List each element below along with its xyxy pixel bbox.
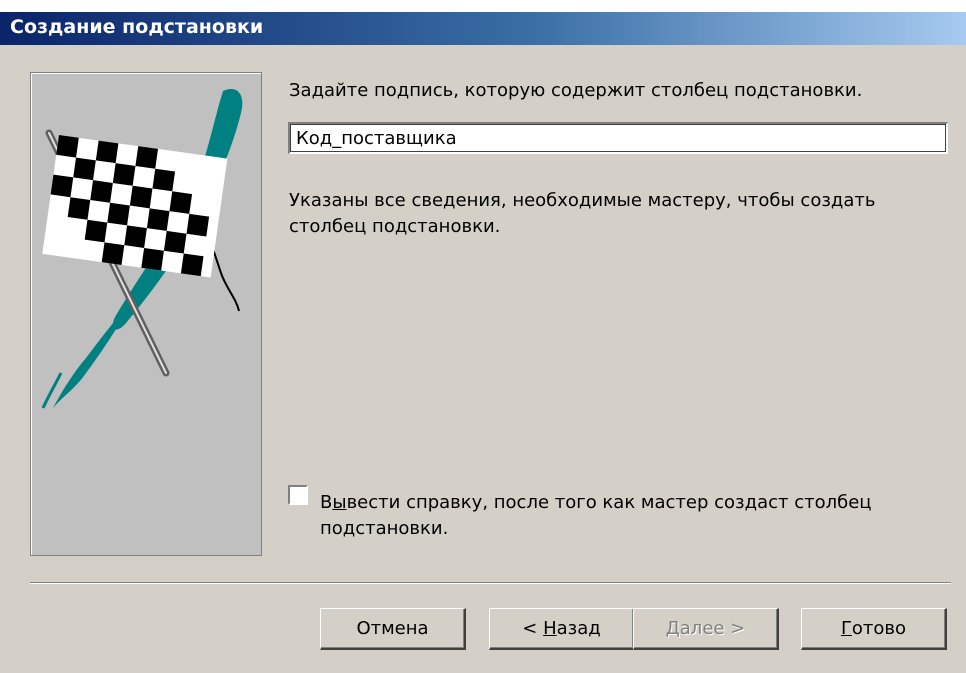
help-checkbox[interactable] bbox=[288, 485, 308, 505]
caption-prompt: Задайте подпись, которую содержит столбе… bbox=[289, 80, 863, 101]
next-button[interactable]: Далее > bbox=[633, 608, 779, 650]
back-button[interactable]: < Назад bbox=[489, 608, 635, 650]
help-checkbox-label[interactable]: Вывести справку, после того как мастер с… bbox=[320, 490, 940, 542]
window-title: Создание подстановки bbox=[10, 16, 264, 38]
caption-input[interactable]: Код_поставщика bbox=[288, 122, 948, 154]
back-button-rest: азад bbox=[556, 618, 601, 639]
next-button-accel: Д bbox=[665, 618, 680, 639]
back-button-prefix: < bbox=[522, 618, 544, 639]
finish-button-accel: Г bbox=[840, 618, 852, 639]
wizard-illustration bbox=[30, 72, 262, 556]
help-label-accel: ы bbox=[332, 492, 347, 513]
help-label-start: В bbox=[320, 492, 333, 513]
info-text: Указаны все сведения, необходимые мастер… bbox=[289, 190, 876, 237]
title-bar[interactable]: Создание подстановки bbox=[0, 12, 966, 45]
help-label-rest: вести справку, после того как мастер соз… bbox=[320, 492, 872, 539]
finish-button-rest: отово bbox=[851, 618, 907, 639]
separator bbox=[30, 582, 951, 584]
finish-button[interactable]: Готово bbox=[801, 608, 947, 650]
wizard-window: Создание подстановки Задайте подпись, ко… bbox=[0, 12, 966, 673]
cancel-button-label: Отмена bbox=[356, 618, 429, 639]
checkered-flag-icon bbox=[41, 89, 243, 409]
cancel-button[interactable]: Отмена bbox=[320, 608, 466, 650]
next-button-rest: алее > bbox=[679, 618, 746, 639]
back-button-accel: Н bbox=[543, 618, 557, 639]
